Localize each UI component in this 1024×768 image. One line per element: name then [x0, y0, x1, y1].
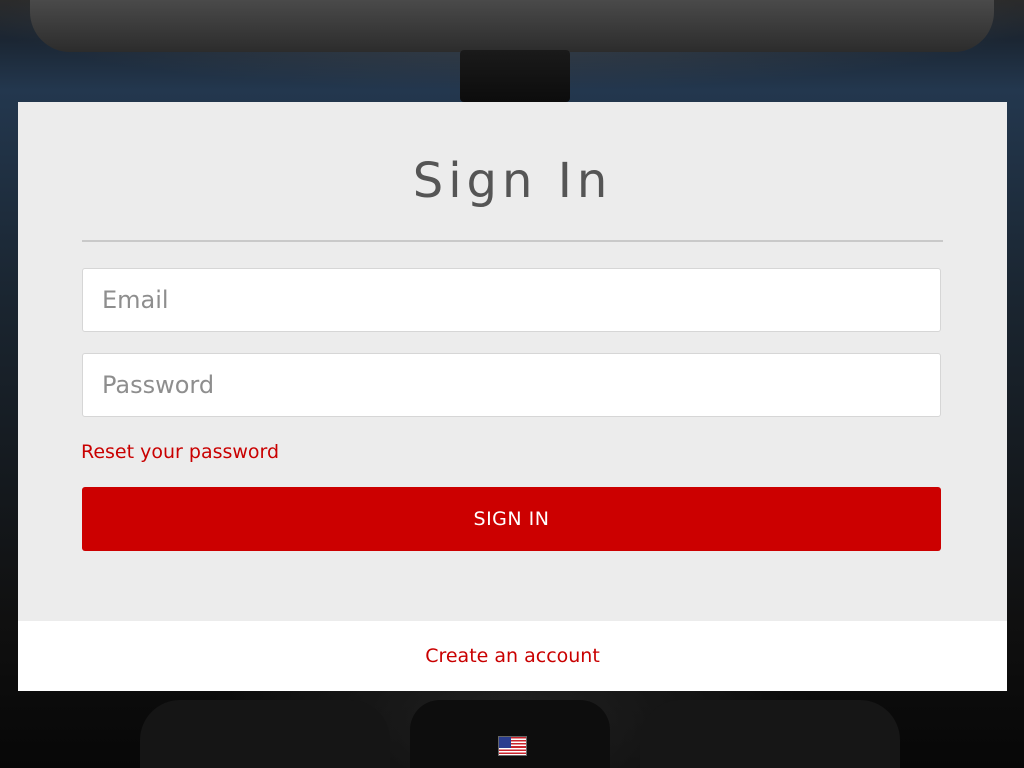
flag-canton	[499, 737, 511, 748]
mirror-mount	[460, 50, 570, 102]
reset-password-link[interactable]: Reset your password	[81, 441, 279, 463]
email-field[interactable]	[82, 268, 941, 332]
page-title: Sign In	[412, 153, 613, 209]
seat-left	[140, 700, 390, 768]
card-footer: Create an account	[18, 621, 1007, 691]
car-roof	[30, 0, 994, 52]
seat-right	[640, 700, 900, 768]
center-console	[410, 700, 610, 768]
create-account-link[interactable]: Create an account	[425, 645, 600, 667]
sign-in-button[interactable]: SIGN IN	[82, 487, 941, 551]
password-field[interactable]	[82, 353, 941, 417]
title-divider	[82, 240, 943, 242]
us-flag-icon[interactable]	[498, 736, 527, 756]
signin-card: Sign In Reset your password SIGN IN Crea…	[18, 102, 1007, 691]
